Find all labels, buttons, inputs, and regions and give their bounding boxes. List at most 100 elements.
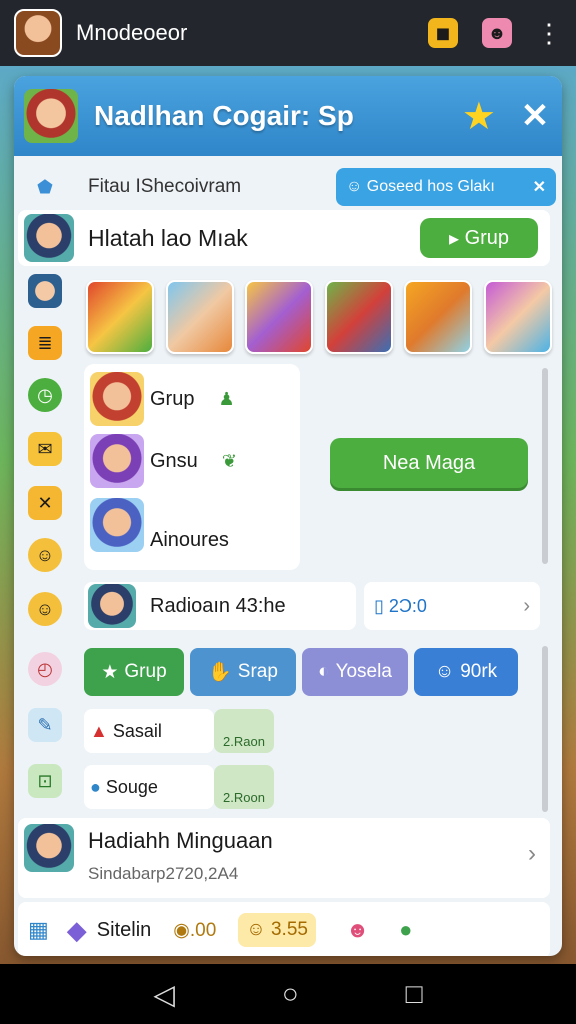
tab-label: Grup (124, 661, 167, 682)
chevron-right-icon: › (528, 840, 536, 867)
item-name: Souge (105, 776, 158, 797)
player-avatar (90, 372, 144, 426)
dialog-header: Nadlhan Cogair: Sp ★ ✕ (14, 76, 562, 156)
item-box: ▲ Sasail (84, 709, 214, 753)
tab-grup[interactable]: ★ Grup (84, 648, 184, 696)
item-badge: 2.Raon (214, 709, 274, 753)
more-menu-icon[interactable]: ⋮ (536, 20, 562, 46)
reward-subtitle: Sindabarp2720,2A4 (88, 864, 239, 883)
player-name: Ainoures (150, 528, 229, 551)
star-icon: ★ (461, 95, 496, 138)
scrollbar[interactable] (542, 368, 548, 564)
player-name: Grup (150, 387, 195, 410)
inventory-icon[interactable]: ◼ (428, 18, 458, 48)
gem-icon: ▲ (90, 720, 108, 741)
tab-90rk[interactable]: ☺ 90rk (414, 648, 518, 696)
image-icon[interactable]: ⊡ (28, 764, 62, 798)
recents-icon[interactable]: □ (406, 978, 423, 1010)
app-title: Mnodeoeor (76, 20, 188, 45)
tab-yosela[interactable]: ◐ Yosela (302, 648, 408, 696)
player-name: Gnsu (150, 449, 198, 472)
chevron-right-icon: › (523, 594, 530, 617)
header-avatar (24, 89, 78, 143)
player-avatar (90, 498, 144, 552)
pill-close-icon[interactable]: ✕ (533, 177, 546, 197)
close-button[interactable]: ✕ (518, 96, 552, 136)
group-dialog: Nadlhan Cogair: Sp ★ ✕ ⬟ ≣ ◷ ✉ ✕ ☺ ☺ ◴ ✎… (14, 76, 562, 956)
tab-icon: ◐ (318, 661, 330, 682)
list-item[interactable]: Grup ♟ (90, 372, 235, 426)
home-circle-icon[interactable]: ○ (282, 978, 299, 1010)
tab-bar: ★ Grup ✋ Srap ◐ Yosela ☺ 90rk (84, 648, 518, 696)
wink-icon[interactable]: ☺ (28, 592, 62, 626)
mail-icon[interactable]: ✉ (28, 432, 62, 466)
filter-row: Fitau IShecoivram ☺ Goseed hos Glakı ✕ (76, 164, 556, 210)
tab-label: Yosela (335, 661, 392, 682)
list-item[interactable]: Ainoures (90, 498, 229, 552)
game-thumb[interactable] (165, 280, 234, 354)
timer-icon: ▯ (374, 595, 389, 616)
player-avatar (90, 434, 144, 488)
clock-icon[interactable]: ◷ (28, 378, 62, 412)
game-thumb[interactable] (86, 280, 154, 354)
radio-count[interactable]: ▯ 2Ɔ:0 › (364, 582, 540, 630)
game-thumb[interactable] (404, 280, 473, 354)
gold-amount: 3.55 (270, 919, 308, 940)
crossed-icon[interactable]: ✕ (28, 486, 62, 520)
player-emoji: ❦ (221, 450, 237, 471)
coins-value[interactable]: ◉.00 (173, 919, 216, 942)
system-nav-bar: ◁ ○ □ (0, 964, 576, 1024)
back-icon[interactable]: ◁ (153, 978, 175, 1011)
bottom-bar: ▦ ◆ Sitelin ◉.00 ☺ 3.55 ☻ ● (18, 902, 550, 956)
game-thumbnails (86, 280, 552, 354)
radio-avatar (88, 584, 136, 628)
group-button-label: Grup (464, 226, 510, 249)
tab-srap[interactable]: ✋ Srap (190, 648, 296, 696)
bottom-label: Sitelin (96, 918, 152, 941)
top-bar: Mnodeoeor ◼ ☻ ⋮ (0, 0, 576, 66)
item-badge: 2.Roon (214, 765, 274, 809)
game-thumb[interactable] (483, 280, 552, 354)
filter-pill[interactable]: ☺ Goseed hos Glakı ✕ (336, 168, 556, 206)
notes-icon[interactable]: ≣ (28, 326, 62, 360)
group-row: Hlatah lao Mıak ▸ Grup (18, 210, 550, 266)
smile-icon[interactable]: ☺ (28, 538, 62, 572)
list-item[interactable]: ▲ Sasail 2.Raon (84, 708, 274, 754)
mega-button[interactable]: Nea Maga (330, 438, 528, 488)
radio-row[interactable]: Radioaın 43:he (84, 582, 356, 630)
smiley-icon: ☺ (346, 178, 367, 195)
edit-icon[interactable]: ✎ (28, 708, 62, 742)
tab-icon: ✋ (208, 662, 232, 683)
item-box: ● Souge (84, 765, 214, 809)
game-thumb[interactable] (245, 280, 314, 354)
scrollbar[interactable] (542, 646, 548, 812)
chart-icon[interactable]: ▦ (28, 917, 49, 943)
dialog-title: Nadlhan Cogair: Sp (94, 100, 354, 131)
mascot-icon[interactable]: ☻ (346, 917, 369, 943)
reward-title: Hadiahh Minguaan (88, 828, 273, 853)
coins-amount: .00 (189, 919, 217, 941)
radio-label: Radioaın 43:he (150, 594, 286, 617)
chat-bubble-icon[interactable]: ● (399, 917, 412, 943)
reward-avatar (24, 824, 74, 872)
player-emoji: ♟ (218, 388, 235, 409)
group-row-label: Hlatah lao Mıak (88, 224, 248, 251)
chat-icon[interactable]: ◆ (67, 915, 87, 946)
alarm-icon[interactable]: ◴ (28, 652, 62, 686)
gold-value[interactable]: ☺ 3.55 (238, 913, 316, 947)
tab-icon: ☺ (434, 661, 455, 682)
radio-count-value: 2Ɔ:0 (388, 595, 427, 616)
profile-avatar[interactable] (14, 9, 62, 57)
game-thumb[interactable] (324, 280, 393, 354)
list-item[interactable]: ● Souge 2.Roon (84, 764, 274, 810)
player-list: Grup ♟ Gnsu ❦ Ainoures (84, 364, 300, 570)
user-icon[interactable] (28, 274, 62, 308)
orb-icon: ● (90, 776, 101, 797)
item-name: Sasail (112, 720, 162, 741)
tab-label: 90rk (460, 661, 498, 682)
weekly-reward[interactable]: Hadiahh Minguaan Sindabarp2720,2A4 › (18, 818, 550, 898)
mascot-icon[interactable]: ☻ (482, 18, 512, 48)
home-icon[interactable]: ⬟ (28, 170, 62, 204)
group-button[interactable]: ▸ Grup (420, 218, 538, 258)
list-item[interactable]: Gnsu ❦ (90, 434, 237, 488)
